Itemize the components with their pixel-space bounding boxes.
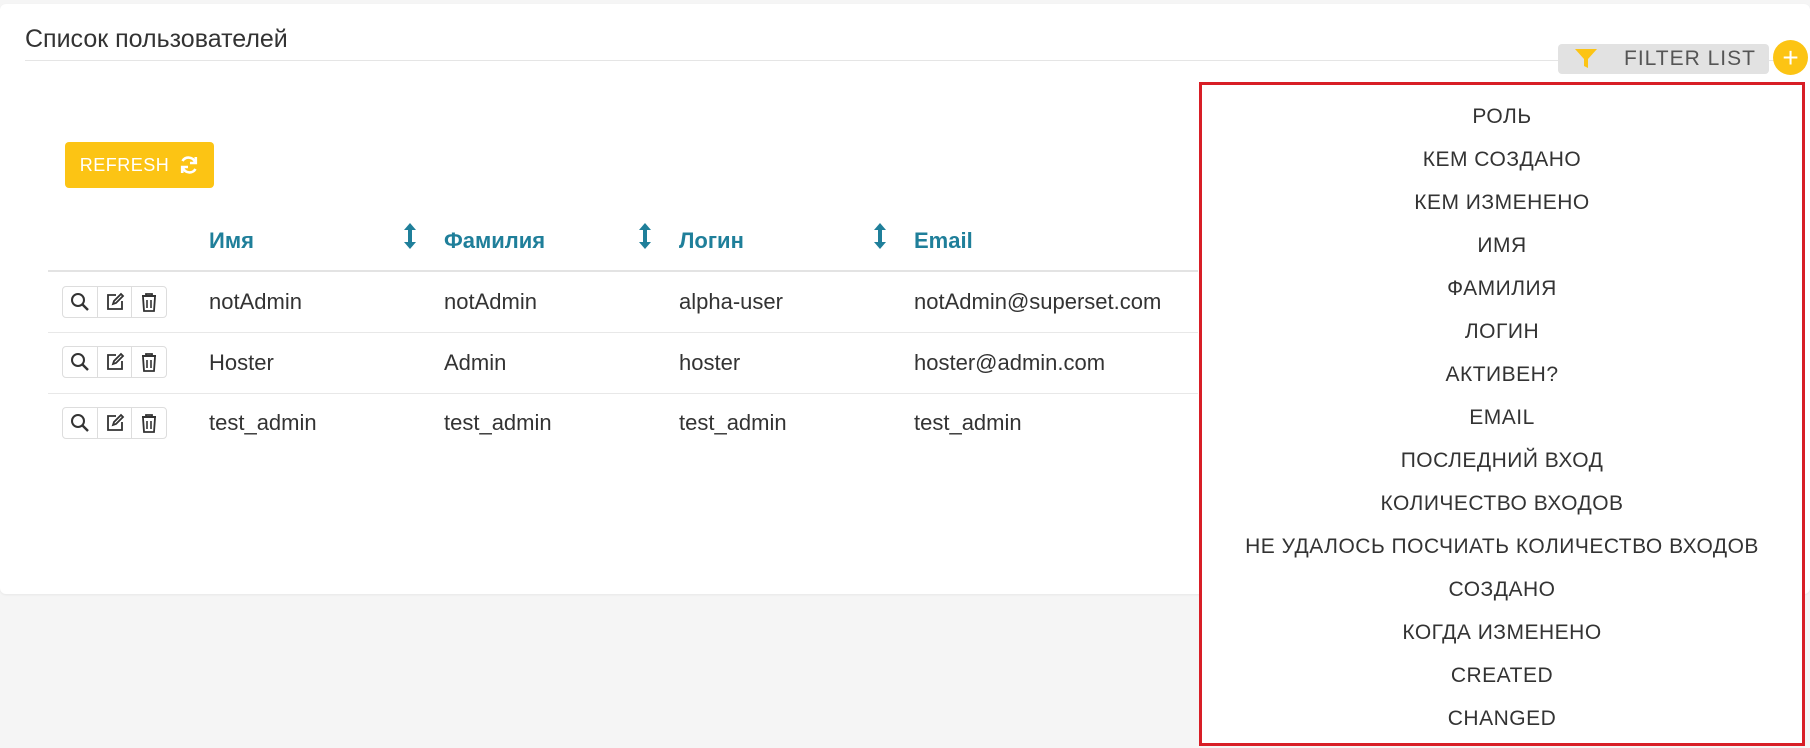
filter-option-login[interactable]: ЛОГИН <box>1202 320 1802 344</box>
row-actions <box>62 407 167 439</box>
row-divider <box>48 332 1198 333</box>
search-icon <box>70 353 89 371</box>
edit-button[interactable] <box>98 287 133 317</box>
cell-login: test_admin <box>679 410 787 435</box>
view-button[interactable] <box>63 408 98 438</box>
view-button[interactable] <box>63 287 98 317</box>
cell-login: hoster <box>679 350 741 375</box>
trash-icon <box>142 414 157 433</box>
column-header-last-name[interactable]: Фамилия <box>444 228 545 254</box>
refresh-label: REFRESH <box>79 154 170 175</box>
sort-first-name-icon[interactable] <box>403 222 417 255</box>
cell-email: test_admin <box>914 410 1022 435</box>
filter-option-created[interactable]: СОЗДАНО <box>1202 578 1802 602</box>
cell-login: alpha-user <box>679 289 783 314</box>
add-filter-button[interactable]: + <box>1773 40 1808 75</box>
edit-button[interactable] <box>98 347 133 377</box>
page-title: Список пользователей <box>25 25 288 53</box>
filter-option-failed-login-count[interactable]: НЕ УДАЛОСЬ ПОСЧИАТЬ КОЛИЧЕСТВО ВХОДОВ <box>1202 535 1802 559</box>
filter-list-dropdown: РОЛЬ КЕМ СОЗДАНО КЕМ ИЗМЕНЕНО ИМЯ ФАМИЛИ… <box>1199 82 1805 746</box>
cell-first-name: test_admin <box>209 410 317 435</box>
cell-last-name: notAdmin <box>444 289 537 314</box>
row-actions <box>62 286 167 318</box>
filter-list-label: FILTER LIST <box>1624 47 1756 70</box>
filter-option-changed-by[interactable]: КЕМ ИЗМЕНЕНО <box>1202 191 1802 215</box>
column-header-first-name[interactable]: Имя <box>209 228 254 254</box>
filter-option-role[interactable]: РОЛЬ <box>1202 105 1802 129</box>
view-button[interactable] <box>63 347 98 377</box>
edit-icon <box>106 352 124 370</box>
delete-button[interactable] <box>132 347 166 377</box>
filter-icon <box>1575 49 1597 68</box>
cell-first-name: Hoster <box>209 350 274 375</box>
filter-option-email[interactable]: EMAIL <box>1202 406 1802 430</box>
column-header-login[interactable]: Логин <box>679 228 744 254</box>
filter-option-changed-en[interactable]: CHANGED <box>1202 707 1802 731</box>
filter-option-created-en[interactable]: CREATED <box>1202 664 1802 688</box>
delete-button[interactable] <box>132 408 166 438</box>
filter-option-last-name[interactable]: ФАМИЛИЯ <box>1202 277 1802 301</box>
refresh-icon <box>179 155 199 175</box>
filter-option-changed-on[interactable]: КОГДА ИЗМЕНЕНО <box>1202 621 1802 645</box>
sort-last-name-icon[interactable] <box>638 222 652 255</box>
cell-email: hoster@admin.com <box>914 350 1106 375</box>
filter-option-login-count[interactable]: КОЛИЧЕСТВО ВХОДОВ <box>1202 492 1802 516</box>
sort-login-icon[interactable] <box>873 222 887 255</box>
cell-last-name: test_admin <box>444 410 552 435</box>
edit-icon <box>106 292 124 310</box>
row-actions <box>62 346 167 378</box>
filter-list-button[interactable]: FILTER LIST <box>1558 44 1769 74</box>
filter-option-created-by[interactable]: КЕМ СОЗДАНО <box>1202 148 1802 172</box>
search-icon <box>70 414 89 432</box>
cell-email: notAdmin@superset.com <box>914 289 1162 314</box>
filter-option-active[interactable]: АКТИВЕН? <box>1202 363 1802 387</box>
trash-icon <box>142 293 157 312</box>
table-header-divider <box>48 270 1198 272</box>
cell-last-name: Admin <box>444 350 507 375</box>
title-divider <box>25 60 1785 61</box>
edit-icon <box>106 413 124 431</box>
row-divider <box>48 393 1198 394</box>
edit-button[interactable] <box>98 408 133 438</box>
filter-option-first-name[interactable]: ИМЯ <box>1202 234 1802 258</box>
cell-first-name: notAdmin <box>209 289 302 314</box>
column-header-email[interactable]: Email <box>914 228 973 254</box>
search-icon <box>70 293 89 311</box>
delete-button[interactable] <box>132 287 166 317</box>
filter-option-last-login[interactable]: ПОСЛЕДНИЙ ВХОД <box>1202 449 1802 473</box>
trash-icon <box>142 353 157 372</box>
refresh-button[interactable]: REFRESH <box>65 142 214 188</box>
